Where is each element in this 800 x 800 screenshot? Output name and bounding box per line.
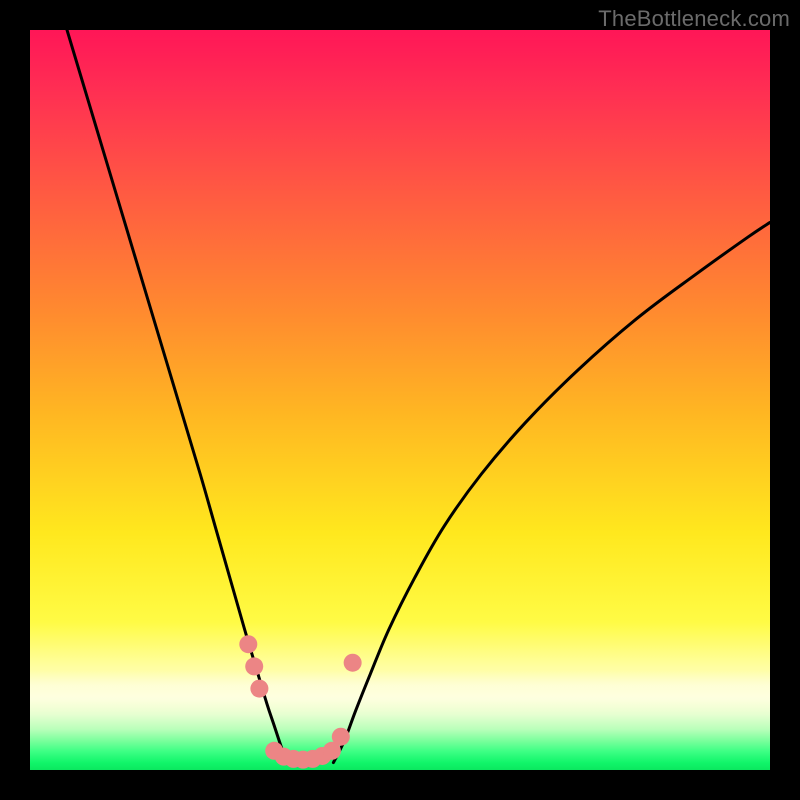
marker-dot — [344, 654, 362, 672]
marker-group — [239, 635, 361, 768]
plot-area — [30, 30, 770, 770]
chart-frame: TheBottleneck.com — [0, 0, 800, 800]
marker-dot — [332, 728, 350, 746]
right-curve — [333, 222, 770, 762]
marker-dot — [245, 657, 263, 675]
curve-group — [67, 30, 770, 763]
marker-dot — [250, 680, 268, 698]
chart-svg — [30, 30, 770, 770]
watermark-text: TheBottleneck.com — [598, 6, 790, 32]
left-curve — [67, 30, 288, 763]
marker-dot — [239, 635, 257, 653]
